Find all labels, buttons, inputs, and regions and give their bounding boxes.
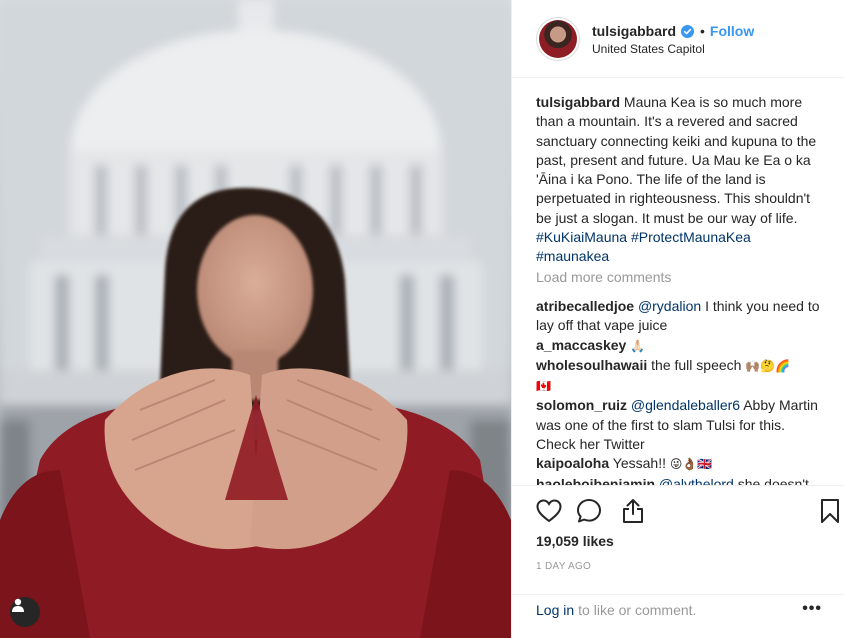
likes-count[interactable]: 19,059 likes	[536, 533, 614, 549]
post-photo[interactable]	[0, 0, 511, 638]
separator-dot: •	[700, 23, 705, 39]
share-button[interactable]	[618, 496, 648, 526]
post-timestamp[interactable]: 1 DAY AGO	[536, 561, 591, 572]
hashtag[interactable]: #ProtectMaunaKea	[631, 229, 751, 245]
comment-username[interactable]: atribecalledjoe	[536, 298, 634, 314]
comment-item: wholesoulhawaii the full speech 🙌🏽🤔🌈 🇨🇦	[536, 356, 826, 397]
more-options-icon[interactable]: •••	[802, 600, 822, 618]
comments-list: tulsigabbard Mauna Kea is so much more t…	[536, 93, 826, 485]
share-icon	[623, 499, 643, 523]
comment-item: haoleboibenjamin @alythelord she doesn't	[536, 475, 826, 485]
avatar[interactable]	[536, 16, 580, 61]
caption-username[interactable]: tulsigabbard	[536, 94, 620, 110]
comment-item: solomon_ruiz @glendaleballer6 Abby Marti…	[536, 396, 826, 454]
comment-emoji: 🙌🏽🤔🌈	[745, 358, 791, 373]
comment-text: Yessah!!	[612, 455, 666, 472]
comment-username[interactable]: kaipoaloha	[536, 455, 609, 471]
load-more-comments-button[interactable]: Load more comments	[536, 268, 826, 287]
post-header: tulsigabbard • Follow United States Capi…	[512, 0, 844, 78]
comment-username[interactable]: wholesoulhawaii	[536, 357, 647, 373]
comment-mention[interactable]: @alythelord	[659, 476, 734, 485]
comment-item: kaipoaloha Yessah!! 😜👌🏾🇬🇧	[536, 454, 826, 474]
caption-text: Mauna Kea is so much more than a mountai…	[536, 94, 817, 226]
login-suffix-text: to like or comment.	[578, 602, 697, 618]
comment-button[interactable]	[574, 496, 604, 526]
post-username[interactable]: tulsigabbard	[592, 23, 676, 39]
comment-mention[interactable]: @glendaleballer6	[631, 397, 740, 413]
comment-emoji: 🙏🏻	[630, 338, 646, 353]
like-button[interactable]	[534, 496, 564, 526]
caption: tulsigabbard Mauna Kea is so much more t…	[536, 93, 826, 267]
verified-badge-icon	[681, 24, 695, 38]
user-tag-button[interactable]	[10, 597, 40, 627]
login-prompt: Log in to like or comment. •••	[536, 600, 826, 620]
flag-emoji: 🇨🇦	[536, 379, 551, 394]
heart-icon	[536, 499, 562, 523]
comment-text: she doesn't	[737, 475, 809, 485]
post-actions: 19,059 likes 1 DAY AGO	[512, 485, 844, 595]
comment-username[interactable]: haoleboibenjamin	[536, 476, 655, 485]
location-link[interactable]: United States Capitol	[592, 42, 754, 56]
comment-item: atribecalledjoe @rydalion I think you ne…	[536, 297, 826, 336]
comment-username[interactable]: solomon_ruiz	[536, 397, 627, 413]
comment-username[interactable]: a_maccaskey	[536, 337, 626, 353]
comment-emoji: 😜👌🏾🇬🇧	[669, 457, 713, 472]
post-sidebar: tulsigabbard • Follow United States Capi…	[511, 0, 844, 638]
comment-item: a_maccaskey 🙏🏻	[536, 336, 826, 356]
bookmark-icon	[821, 499, 839, 523]
person-icon	[12, 598, 24, 612]
comment-mention[interactable]: @rydalion	[638, 298, 701, 314]
capitol-portrait-image	[0, 0, 511, 638]
hashtag[interactable]: #maunakea	[536, 248, 609, 264]
comment-text: the full speech	[651, 356, 742, 373]
save-button[interactable]	[818, 496, 842, 526]
follow-button[interactable]: Follow	[710, 23, 754, 39]
hashtag[interactable]: #KuKiaiMauna	[536, 229, 627, 245]
speech-bubble-icon	[577, 499, 601, 523]
login-link[interactable]: Log in	[536, 602, 574, 618]
